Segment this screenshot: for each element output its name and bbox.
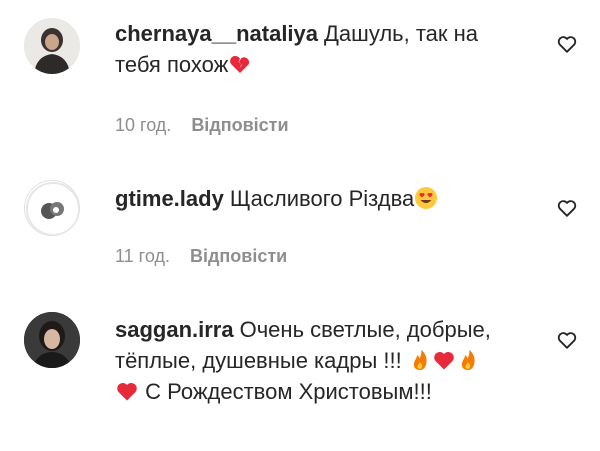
avatar[interactable] [24,18,80,74]
avatar[interactable] [24,312,80,368]
heart-eyes-emoji-icon [414,186,438,210]
like-heart-icon[interactable] [556,197,578,219]
comment-time: 11 год. [115,246,170,266]
fire-emoji-icon [456,348,480,372]
fire-emoji-icon [408,348,432,372]
red-heart-emoji-icon [432,348,456,372]
red-heart-emoji-icon [115,379,139,403]
comment-meta: 10 год. Відповісти [115,115,289,136]
comment-text: saggan.irra Очень светлые, добрые, тёплые… [115,314,495,407]
comment-meta: 11 год. Відповісти [115,246,287,267]
like-heart-icon[interactable] [556,33,578,55]
comment-text: chernaya__nataliya Дашуль, так на тебя по… [115,18,515,80]
comment-time: 10 год. [115,115,172,135]
reply-button[interactable]: Відповісти [191,115,288,135]
avatar-image [25,181,79,235]
reply-button[interactable]: Відповісти [190,246,287,266]
avatar[interactable] [24,180,80,236]
avatar-image [24,18,80,74]
comment-text: gtime.lady Щасливого Різдва [115,183,515,214]
comment-body-continued: С Рождеством Христовым!!! [145,379,432,404]
comment-username[interactable]: chernaya__nataliya [115,21,318,46]
avatar-image [24,312,80,368]
comment-username[interactable]: gtime.lady [115,186,224,211]
comment-body: Щасливого Різдва [229,186,415,211]
like-heart-icon[interactable] [556,329,578,351]
comment-username[interactable]: saggan.irra [115,317,234,342]
broken-heart-emoji-icon [228,52,252,76]
